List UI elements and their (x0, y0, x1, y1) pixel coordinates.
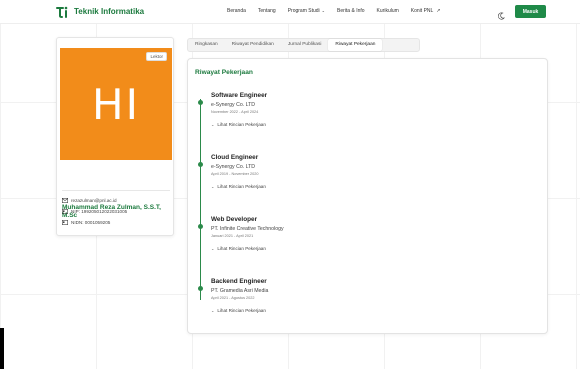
login-button[interactable]: Masuk (515, 5, 546, 18)
nav-link-label: Berita & Info (337, 8, 365, 14)
mail-icon (62, 198, 69, 204)
timeline-line (200, 99, 201, 300)
profile-tabs: Ringkasan Riwayat Pendidikan Jurnal Publ… (187, 38, 420, 52)
chevron-down-icon: ⌄ (211, 184, 215, 189)
external-link-icon: ↗ (436, 8, 441, 14)
job-details-toggle[interactable]: ⌄ Lihat Rincian Pekerjaan (211, 184, 491, 189)
chevron-down-icon: ⌄ (321, 8, 326, 13)
id-card-icon (62, 209, 69, 215)
nav-link-kurikulum[interactable]: Kurikulum (377, 8, 399, 14)
nav-link-berita-info[interactable]: Berita & Info (337, 8, 365, 14)
job-company: PT. Infinite Creative Technology (211, 226, 284, 232)
chevron-down-icon: ⌄ (211, 122, 215, 127)
job-details-toggle[interactable]: ⌄ Lihat Rincian Pekerjaan (211, 246, 491, 251)
job-details-label: Lihat Rincian Pekerjaan (217, 122, 266, 127)
job-period: April 2021 - Agustus 2022 (211, 296, 255, 300)
divider (62, 190, 170, 191)
tab-ringkasan[interactable]: Ringkasan (188, 39, 225, 51)
job-item: Backend Engineer PT. Gramedia Asri Media… (211, 278, 491, 313)
nav-link-tentang[interactable]: Tentang (258, 8, 276, 14)
job-period: November 2022 - April 2024 (211, 110, 259, 114)
timeline-dot (198, 224, 203, 229)
job-details-label: Lihat Rincian Pekerjaan (217, 246, 266, 251)
nav-link-label: Program Studi (287, 8, 320, 14)
brand-name: Teknik Informatika (74, 7, 145, 16)
email-text: rezazulman@pnl.ac.id (71, 198, 117, 203)
job-company: PT. Gramedia Asri Media (211, 288, 269, 294)
job-item: Cloud Engineer e-Synergy Co. LTD April 2… (211, 154, 491, 189)
top-navbar: Teknik Informatika Beranda Tentang Progr… (0, 0, 580, 24)
nip-text: NIP: 199205012022031005 (71, 209, 128, 214)
job-title: Web Developer (211, 216, 258, 223)
job-details-toggle[interactable]: ⌄ Lihat Rincian Pekerjaan (211, 122, 491, 127)
job-title: Backend Engineer (211, 278, 267, 285)
job-title: Cloud Engineer (211, 154, 259, 161)
job-title: Software Engineer (211, 92, 268, 99)
position-badge: Lektor (146, 52, 167, 61)
nav-link-beranda[interactable]: Beranda (227, 8, 246, 14)
nav-link-label: Kurikulum (376, 8, 399, 14)
tab-riwayat-pendidikan[interactable]: Riwayat Pendidikan (225, 39, 281, 51)
job-company: e-Synergy Co. LTD (211, 102, 256, 108)
nidn-text: NIDN: 0001059205 (71, 220, 111, 225)
job-item: Web Developer PT. Infinite Creative Tech… (211, 216, 491, 251)
chevron-down-icon: ⌄ (211, 246, 215, 251)
screen-edge (0, 328, 4, 369)
work-history-card: Riwayat Pekerjaan Software Engineer e-Sy… (187, 58, 548, 334)
job-details-label: Lihat Rincian Pekerjaan (217, 184, 266, 189)
section-title: Riwayat Pekerjaan (195, 69, 253, 76)
nav-link-label: Tentang (257, 8, 276, 14)
brand[interactable]: Teknik Informatika (56, 5, 144, 18)
profile-card: HI Lektor Muhammad Reza Zulman, S.S.T, M… (56, 37, 174, 236)
avatar: HI (60, 48, 172, 160)
nip-row: NIP: 199205012022031005 (62, 209, 128, 215)
id-card-icon (62, 220, 69, 226)
nav-link-program-studi[interactable]: Program Studi ⌄ (288, 8, 325, 14)
job-details-label: Lihat Rincian Pekerjaan (217, 308, 266, 313)
tab-riwayat-pekerjaan[interactable]: Riwayat Pekerjaan (328, 39, 383, 51)
email-row: rezazulman@pnl.ac.id (62, 198, 117, 204)
timeline-dot (198, 100, 203, 105)
tab-jurnal-publikasi[interactable]: Jurnal Publikasi (281, 39, 329, 51)
job-item: Software Engineer e-Synergy Co. LTD Nove… (211, 92, 491, 127)
theme-toggle-moon-icon[interactable] (497, 7, 505, 20)
chevron-down-icon: ⌄ (211, 308, 215, 313)
nav-link-label: Beranda (227, 8, 246, 14)
nav-links: Beranda Tentang Program Studi ⌄ Berita & … (227, 8, 453, 14)
nav-link-konit-pnl[interactable]: Konit PNL ↗ (411, 8, 441, 14)
job-period: Januari 2021 - April 2021 (211, 234, 254, 238)
timeline-dot (198, 162, 203, 167)
timeline-dot (198, 286, 203, 291)
job-company: e-Synergy Co. LTD (211, 164, 256, 170)
job-period: April 2019 - November 2020 (211, 172, 259, 176)
brand-logo-icon (56, 5, 69, 18)
nidn-row: NIDN: 0001059205 (62, 220, 111, 226)
job-details-toggle[interactable]: ⌄ Lihat Rincian Pekerjaan (211, 308, 491, 313)
nav-link-label: Konit PNL (410, 8, 434, 14)
